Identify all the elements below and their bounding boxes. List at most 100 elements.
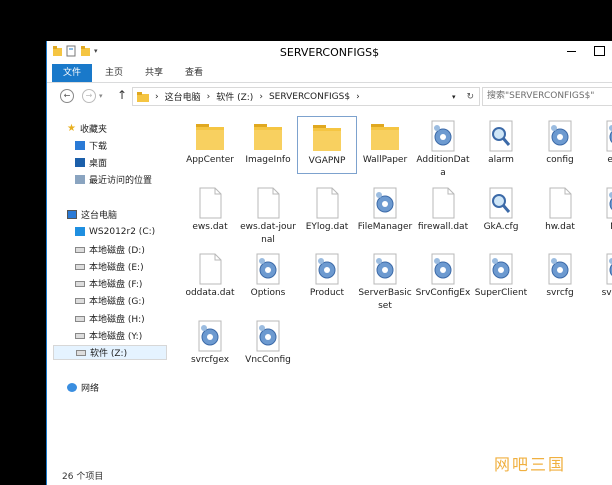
sidebar-item-downloads[interactable]: 下载 <box>75 138 107 153</box>
sidebar-item-drive-d[interactable]: 本地磁盘 (D:) <box>75 242 145 257</box>
file-list: AppCenter ImageInfo VGAPNP WallPaper Additio… <box>180 116 612 471</box>
maximize-icon <box>593 46 605 56</box>
file-name: AppCenter <box>186 155 234 165</box>
status-item-count: 26 个项目 <box>62 472 104 482</box>
sidebar-item-drive-g[interactable]: 本地磁盘 (G:) <box>75 293 145 308</box>
sidebar-item-drive-y[interactable]: 本地磁盘 (Y:) <box>75 328 142 343</box>
sidebar-item-label: 本地磁盘 (G:) <box>89 297 145 307</box>
sidebar-item-label: WS2012r2 (C:) <box>89 226 156 237</box>
file-item[interactable]: SuperClient <box>471 249 531 300</box>
maximize-button[interactable] <box>585 41 612 61</box>
file-item[interactable]: alarm <box>471 116 531 167</box>
file-item[interactable]: FileManager <box>355 183 415 234</box>
file-item[interactable]: ews.dat-journal <box>238 183 298 247</box>
file-item[interactable]: Product <box>297 249 357 300</box>
file-item[interactable]: EYlog.dat <box>297 183 357 234</box>
file-item[interactable]: svrcfg <box>530 249 590 300</box>
up-button[interactable]: ↑ <box>117 88 127 102</box>
document-icon <box>549 187 572 219</box>
drive-icon <box>75 246 85 253</box>
sidebar-item-favorites[interactable]: ★ 收藏夹 <box>67 121 107 136</box>
file-item[interactable]: AdditionData <box>413 116 473 180</box>
address-dropdown-icon[interactable]: ▾ <box>452 93 456 101</box>
sidebar-item-label: 网络 <box>81 384 100 394</box>
watermark: 网吧三国 <box>494 455 567 474</box>
file-name: SrvConfigEx <box>415 288 471 298</box>
file-name: WallPaper <box>362 155 408 165</box>
sidebar-item-this-pc[interactable]: 这台电脑 <box>67 207 117 222</box>
tab-view[interactable]: 查看 <box>177 64 211 82</box>
file-item[interactable]: VGAPNP <box>297 116 357 174</box>
file-item[interactable]: eNet <box>588 116 612 167</box>
file-name: oddata.dat <box>185 288 235 298</box>
file-item[interactable]: firewall.dat <box>413 183 473 234</box>
sidebar-item-drive-f[interactable]: 本地磁盘 (F:) <box>75 276 142 291</box>
sidebar-item-drive-h[interactable]: 本地磁盘 (H:) <box>75 311 145 326</box>
breadcrumb-this-pc[interactable]: 这台电脑 <box>165 90 201 103</box>
file-name: svrcfga <box>601 288 612 298</box>
file-item[interactable]: ServerBasicset <box>355 249 415 313</box>
recent-locations-icon[interactable]: ▾ <box>99 92 103 100</box>
settings-file-icon <box>606 120 612 152</box>
sidebar-item-desktop[interactable]: 桌面 <box>75 155 107 170</box>
file-name: config <box>546 155 574 165</box>
search-input[interactable]: 搜索"SERVERCONFIGS$" <box>482 87 612 106</box>
file-item[interactable]: NIC <box>588 183 612 234</box>
file-name: EYlog.dat <box>305 222 349 232</box>
star-icon: ★ <box>67 123 76 134</box>
file-name: GkA.cfg <box>483 222 519 232</box>
file-name: ews.dat <box>192 222 228 232</box>
file-item[interactable]: VncConfig <box>238 316 298 367</box>
sidebar-item-network[interactable]: 网络 <box>67 380 99 395</box>
folder-icon <box>371 124 399 150</box>
address-bar[interactable]: › 这台电脑 › 软件 (Z:) › SERVERCONFIGS$ › ▾ ↻ <box>132 87 480 106</box>
sidebar-item-drive-z[interactable]: 软件 (Z:) <box>53 345 167 360</box>
file-item[interactable]: oddata.dat <box>180 249 240 300</box>
sidebar-item-recent[interactable]: 最近访问的位置 <box>75 172 152 187</box>
sidebar-item-drive-e[interactable]: 本地磁盘 (E:) <box>75 259 144 274</box>
settings-file-icon <box>548 253 572 285</box>
downloads-icon <box>75 141 85 150</box>
file-item[interactable]: AppCenter <box>180 116 240 167</box>
tab-share[interactable]: 共享 <box>137 64 171 82</box>
minimize-button[interactable] <box>557 41 585 61</box>
file-item[interactable]: Options <box>238 249 298 300</box>
ribbon: 文件 主页 共享 查看 <box>47 64 612 83</box>
tab-file[interactable]: 文件 <box>52 64 92 82</box>
file-item[interactable]: hw.dat <box>530 183 590 234</box>
file-item[interactable]: ews.dat <box>180 183 240 234</box>
file-name: NIC <box>589 221 612 234</box>
breadcrumb-folder[interactable]: SERVERCONFIGS$ <box>269 92 350 102</box>
settings-file-icon <box>489 253 513 285</box>
sidebar-item-label: 这台电脑 <box>81 211 118 221</box>
document-icon <box>316 187 339 219</box>
chevron-right-icon: › <box>206 91 211 102</box>
file-item[interactable]: ImageInfo <box>238 116 298 167</box>
title-bar: ▾ SERVERCONFIGS$ <box>47 41 612 64</box>
sidebar-item-label: 本地磁盘 (E:) <box>89 263 144 273</box>
refresh-icon[interactable]: ↻ <box>461 92 479 102</box>
tab-home[interactable]: 主页 <box>97 64 131 82</box>
chevron-right-icon: › <box>155 91 159 102</box>
navigation-pane: ★ 收藏夹 下载 桌面 最近访问的位置 这台电脑 WS2012r2 (C:) 本… <box>47 121 177 461</box>
sidebar-item-label: 本地磁盘 (H:) <box>89 315 145 325</box>
file-name: svrcfg <box>546 288 574 298</box>
file-item[interactable]: WallPaper <box>355 116 415 167</box>
drive-icon <box>75 315 85 322</box>
chevron-right-icon: › <box>356 91 360 102</box>
minimize-icon <box>566 50 576 52</box>
file-item[interactable]: config <box>530 116 590 167</box>
file-item[interactable]: svrcfga <box>588 249 612 300</box>
file-item[interactable]: SrvConfigEx <box>413 249 473 300</box>
drive-icon <box>75 280 85 287</box>
file-item[interactable]: svrcfgex <box>180 316 240 367</box>
file-item[interactable]: GkA.cfg <box>471 183 531 234</box>
drive-icon <box>75 332 85 339</box>
settings-file-icon <box>606 187 612 219</box>
forward-button[interactable]: → <box>82 89 96 103</box>
sidebar-item-drive-c[interactable]: WS2012r2 (C:) <box>75 224 155 239</box>
back-button[interactable]: ← <box>60 89 74 103</box>
breadcrumb-drive[interactable]: 软件 (Z:) <box>216 90 253 103</box>
navigation-bar: ← → ▾ ↑ › 这台电脑 › 软件 (Z:) › SERVERCONFIGS… <box>47 83 612 111</box>
network-icon <box>67 383 77 392</box>
